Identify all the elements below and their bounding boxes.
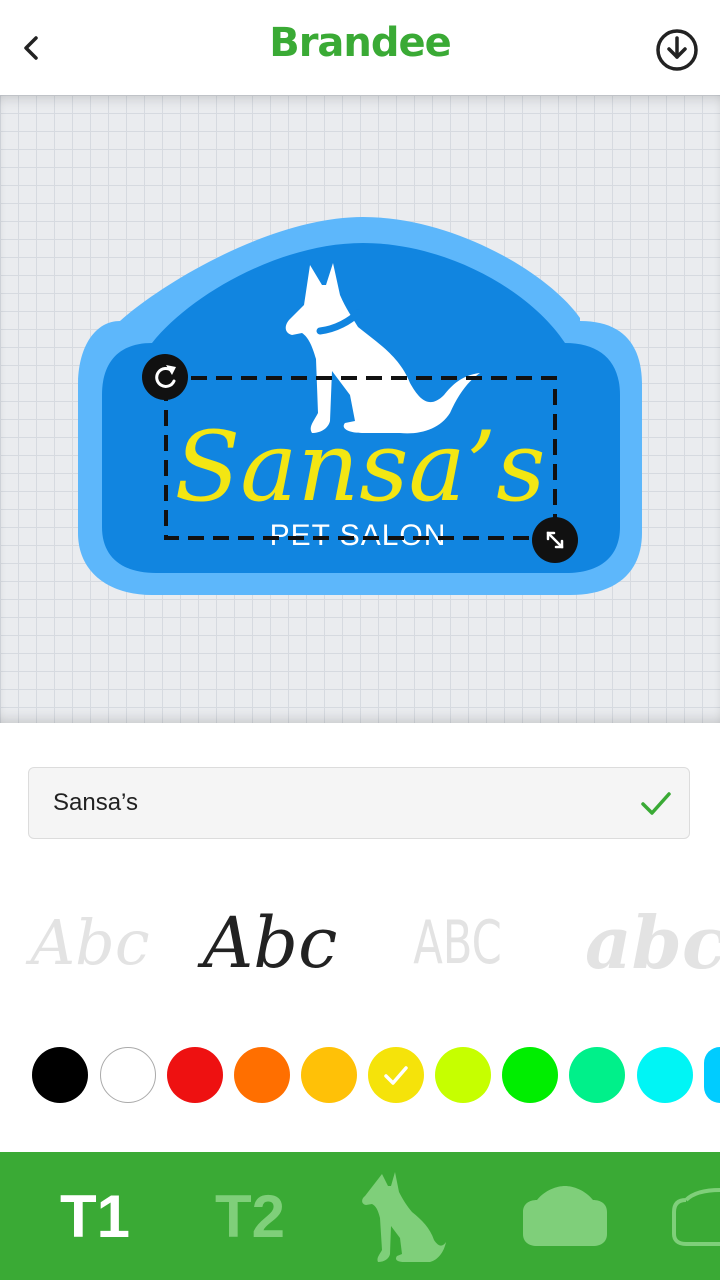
- color-swatch-yellow-selected[interactable]: [368, 1047, 424, 1103]
- top-bar: Brandee: [0, 0, 720, 95]
- download-icon: [656, 29, 698, 71]
- logo-main-text[interactable]: Sansa’s: [174, 411, 545, 523]
- color-palette: [0, 1040, 720, 1112]
- tab-shape[interactable]: [520, 1152, 610, 1280]
- color-swatch-lime[interactable]: [435, 1047, 491, 1103]
- font-option-label: Abc: [30, 906, 150, 979]
- font-option-1[interactable]: Abc: [30, 895, 150, 990]
- color-swatch-red[interactable]: [167, 1047, 223, 1103]
- check-icon: [641, 792, 671, 815]
- logo-sub-text[interactable]: PET SALON: [270, 519, 447, 552]
- color-swatch-sky[interactable]: [704, 1047, 720, 1103]
- tab-label: T2: [214, 1182, 286, 1250]
- font-option-label: abc: [585, 900, 720, 985]
- tab-icon[interactable]: [350, 1152, 460, 1280]
- color-swatch-white[interactable]: [100, 1047, 156, 1103]
- bottom-tab-bar: T1 T2: [0, 1152, 720, 1280]
- rotate-handle[interactable]: [142, 354, 188, 400]
- frame-shape-icon: [672, 1188, 720, 1246]
- text-input-container: [28, 767, 690, 839]
- brand-logo: Brandee: [269, 20, 452, 66]
- badge-shape-icon: [523, 1186, 607, 1246]
- tab-frame[interactable]: [672, 1152, 720, 1280]
- font-option-label: ABC: [413, 907, 502, 978]
- font-option-label: Abc: [202, 901, 338, 984]
- font-option-3[interactable]: ABC: [405, 895, 510, 990]
- logo-artwork: Sansa’s PET SALON: [78, 217, 642, 595]
- text-input[interactable]: [53, 768, 633, 838]
- dog-icon: [362, 1172, 446, 1262]
- resize-handle[interactable]: [532, 517, 578, 563]
- check-icon: [384, 1066, 408, 1085]
- download-button[interactable]: [654, 27, 700, 73]
- color-swatch-amber[interactable]: [301, 1047, 357, 1103]
- color-swatch-cyan[interactable]: [637, 1047, 693, 1103]
- color-swatch-black[interactable]: [32, 1047, 88, 1103]
- confirm-button[interactable]: [639, 786, 673, 820]
- font-option-2[interactable]: Abc: [195, 895, 345, 990]
- tab-text-2[interactable]: T2: [195, 1152, 305, 1280]
- font-option-4[interactable]: abc: [585, 895, 720, 990]
- color-swatch-green[interactable]: [502, 1047, 558, 1103]
- design-canvas[interactable]: Sansa’s PET SALON: [0, 95, 720, 723]
- tab-label: T1: [59, 1182, 131, 1250]
- color-swatch-orange[interactable]: [234, 1047, 290, 1103]
- tab-text-1[interactable]: T1: [40, 1152, 150, 1280]
- color-swatch-mint[interactable]: [569, 1047, 625, 1103]
